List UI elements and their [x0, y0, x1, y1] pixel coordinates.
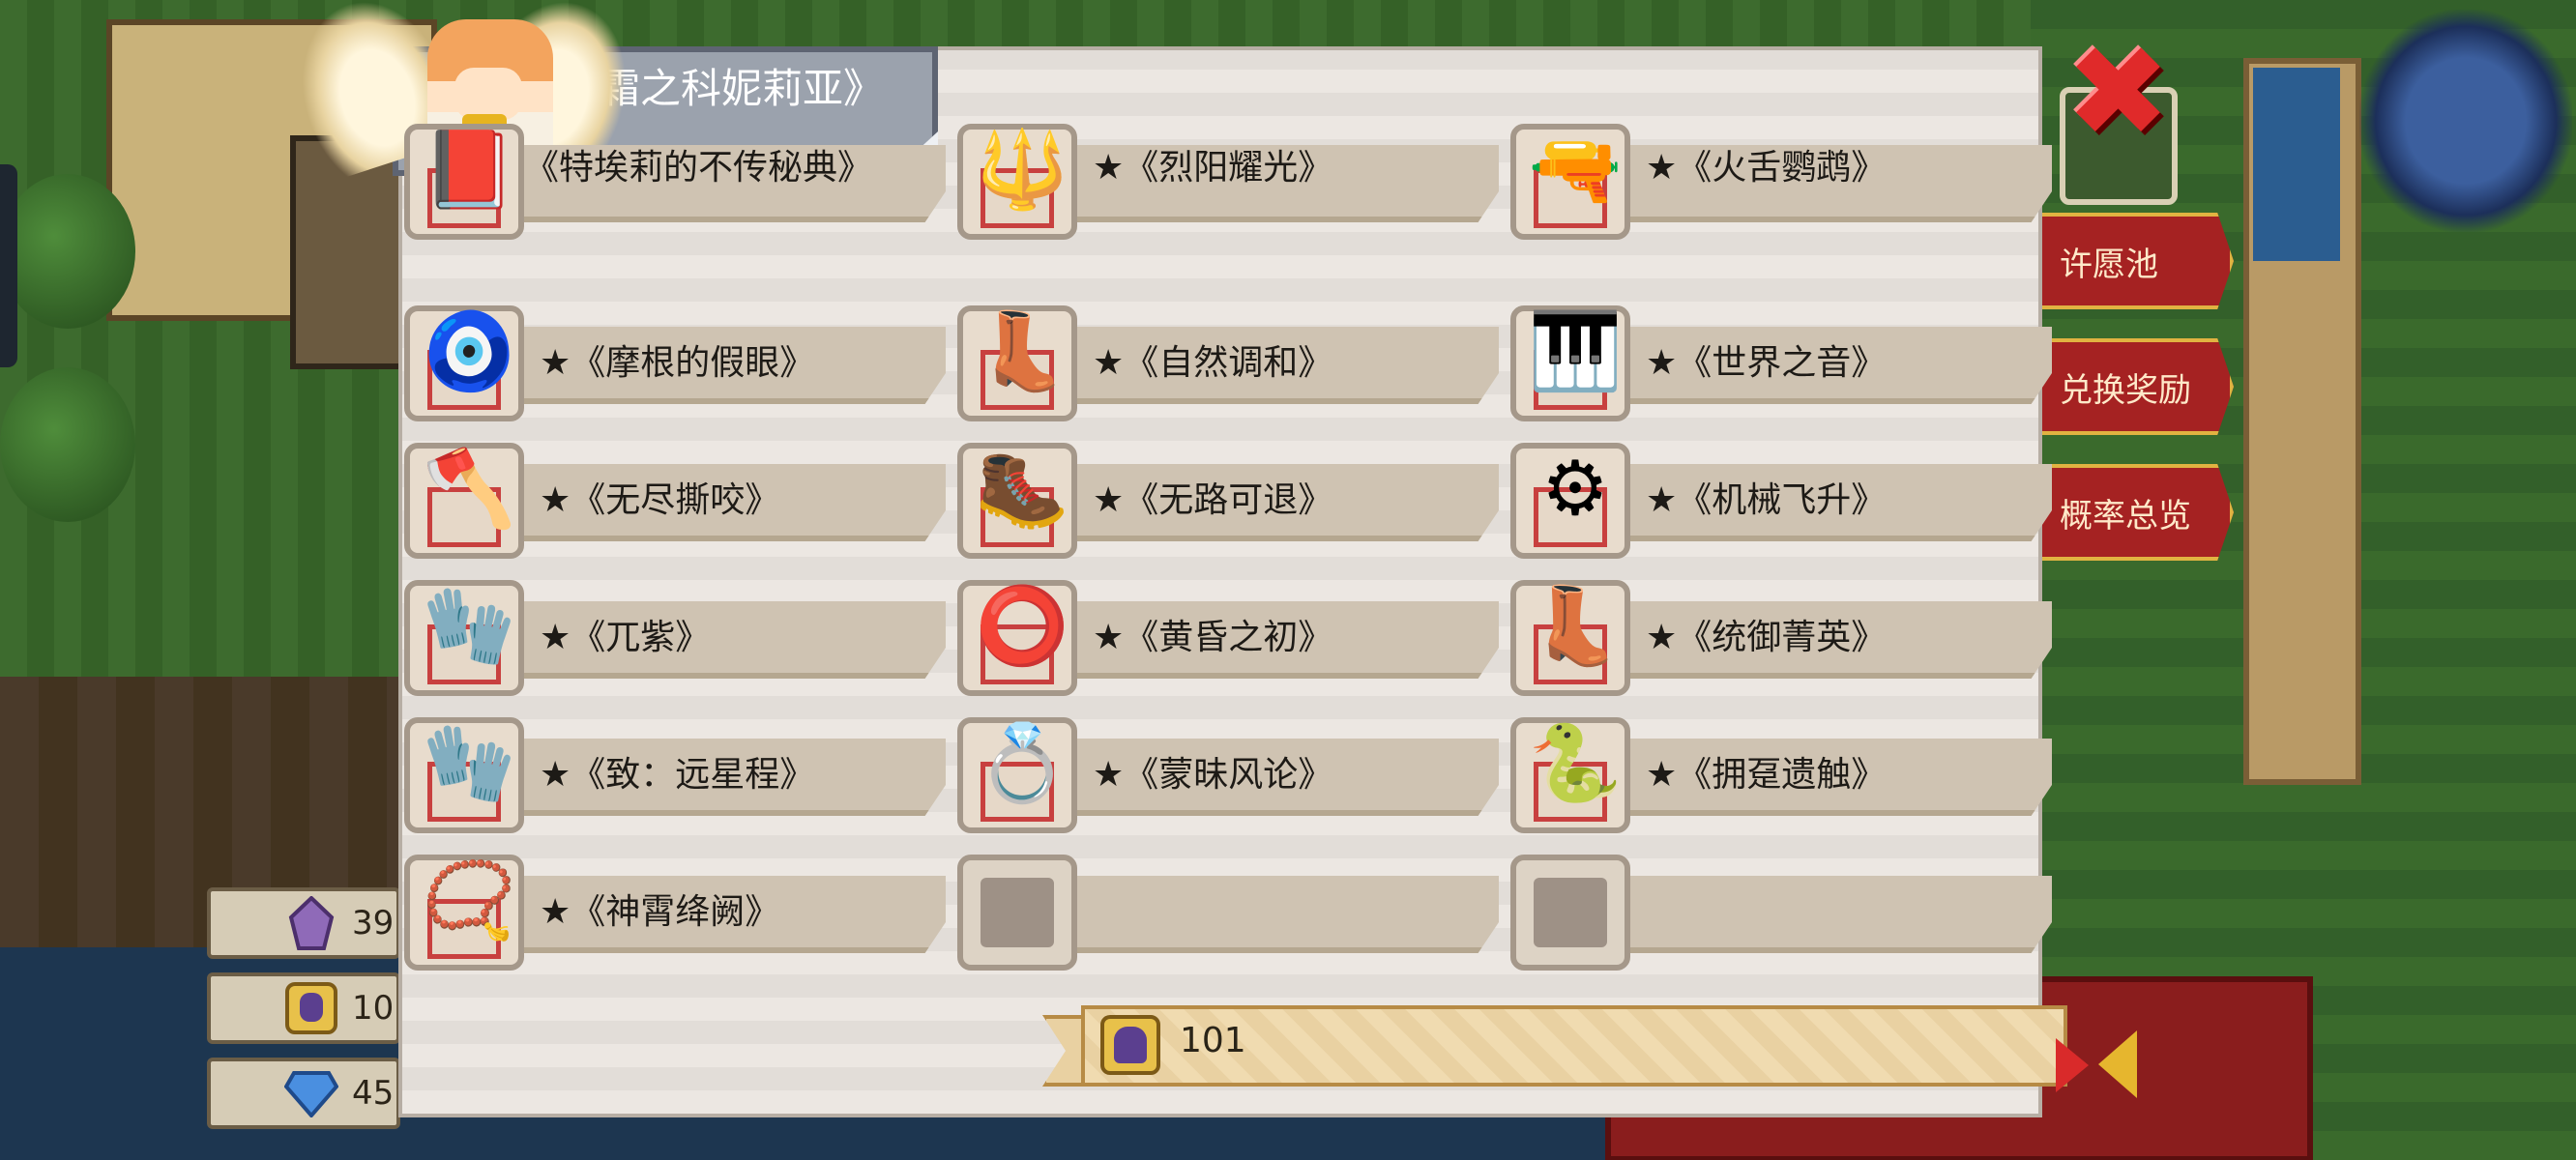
gem-count: 45 [352, 1074, 395, 1113]
item-name: ★《摩根的假眼》 [540, 343, 815, 383]
tree [0, 367, 135, 522]
item-cell[interactable]: 🪓 ★《无尽撕咬》 [404, 443, 946, 559]
amulet-icon: 📿 [422, 857, 516, 944]
ice-axe-icon: 🪓 [422, 446, 516, 533]
item-cell[interactable]: 🐍 ★《拥趸遗触》 [1510, 717, 2052, 833]
item-slot[interactable]: 📿 [404, 855, 524, 971]
item-slot[interactable]: 💍 [957, 717, 1077, 833]
ticket-token-icon [284, 981, 338, 1035]
ticket-token-icon [1100, 1015, 1160, 1075]
pool [2253, 68, 2340, 261]
item-slot[interactable]: 🥾 [957, 443, 1077, 559]
wishing-pool-button[interactable]: 许愿池 [2031, 213, 2234, 309]
crystal-gauntlet-icon: 🧤 [422, 583, 516, 670]
dragon-sprite [2359, 10, 2572, 232]
item-cell[interactable]: ⭕ ★《黄昏之初》 [957, 580, 1499, 696]
item-slot[interactable]: 🎹 [1510, 305, 1630, 421]
item-slot[interactable]: 👢 [957, 305, 1077, 421]
item-slot[interactable]: 👢 [1510, 580, 1630, 696]
gold-ring-icon: 💍 [975, 720, 1069, 807]
item-slot[interactable]: 🧿 [404, 305, 524, 421]
avatar-face [454, 68, 522, 120]
item-cell[interactable]: 🥾 ★《无路可退》 [957, 443, 1499, 559]
wishing-pool-label: 许愿池 [2060, 245, 2158, 284]
item-cell[interactable]: 🔱 ★《烈阳耀光》 [957, 124, 1499, 240]
item-cell[interactable]: 🔫 ★《火舌鹦鹉》 [1510, 124, 2052, 240]
mech-wing-icon: ⚙ [1541, 446, 1609, 533]
item-name: ★《蒙昧风论》 [1093, 755, 1333, 795]
item-slot[interactable]: 🔱 [957, 124, 1077, 240]
token-count: 101 [1180, 1021, 1246, 1060]
item-name: ★《致：远星程》 [540, 755, 815, 795]
item-slot[interactable]: 📕 [404, 124, 524, 240]
item-cell[interactable]: 👢 ★《统御菁英》 [1510, 580, 2052, 696]
item-cell[interactable]: 🧿 ★《摩根的假眼》 [404, 305, 946, 421]
item-name: ★《自然调和》 [1093, 343, 1333, 383]
currency-crystal: 39 [207, 887, 400, 959]
ticket-count: 10 [352, 989, 395, 1028]
item-slot[interactable] [1510, 855, 1630, 971]
item-cell[interactable]: 📿 ★《神霄绛阙》 [404, 855, 946, 971]
currency-gem: 45 [207, 1058, 400, 1129]
piano-icon: 🎹 [1528, 308, 1623, 395]
item-name: ★《兀紫》 [540, 618, 711, 657]
item-name: ★《统御菁英》 [1646, 618, 1887, 657]
parrot-gun-icon: 🔫 [1528, 127, 1623, 214]
collar-icon: ⭕ [975, 583, 1069, 670]
item-slot[interactable]: 🧤 [404, 580, 524, 696]
close-icon[interactable]: ✖ [2065, 29, 2172, 155]
side-handle[interactable] [0, 164, 17, 367]
item-slot[interactable]: 🔫 [1510, 124, 1630, 240]
item-name: ★《拥趸遗触》 [1646, 755, 1887, 795]
crystal-count: 39 [352, 904, 395, 942]
item-slot[interactable]: ⚙ [1510, 443, 1630, 559]
spear-icon: 🔱 [975, 127, 1069, 214]
exchange-rewards-label: 兑换奖励 [2060, 370, 2191, 410]
item-cell[interactable]: 📕 《特埃莉的不传秘典》 [404, 124, 946, 240]
probability-overview-button[interactable]: 概率总览 [2031, 464, 2234, 561]
eye-pendant-icon: 🧿 [422, 308, 516, 395]
item-name: ★《无尽撕咬》 [540, 480, 780, 520]
exchange-rewards-button[interactable]: 兑换奖励 [2031, 338, 2234, 435]
gold-gauntlet-icon: 🧤 [422, 720, 516, 807]
winged-boots-icon: 👢 [975, 308, 1069, 395]
armored-boot-icon: 🥾 [975, 446, 1069, 533]
item-slot[interactable]: ⭕ [957, 580, 1077, 696]
dialog-title: 霜之科妮莉亚》 [600, 65, 885, 112]
item-cell[interactable]: 💍 ★《蒙昧风论》 [957, 717, 1499, 833]
item-name: ★《神霄绛阙》 [540, 892, 780, 932]
item-slot[interactable]: 🧤 [404, 717, 524, 833]
red-boot-icon: 👢 [1528, 583, 1623, 670]
blue-gem-icon [284, 1066, 338, 1120]
item-cell[interactable]: ⚙ ★《机械飞升》 [1510, 443, 2052, 559]
item-slot[interactable] [957, 855, 1077, 971]
item-name: ★《火舌鹦鹉》 [1646, 148, 1887, 188]
token-counter: 101 [1042, 1005, 2067, 1087]
item-cell[interactable]: 🧤 ★《致：远星程》 [404, 717, 946, 833]
purple-crystal-icon [284, 896, 338, 950]
item-slot[interactable]: 🪓 [404, 443, 524, 559]
item-name: ★《黄昏之初》 [1093, 618, 1333, 657]
item-name: ★《无路可退》 [1093, 480, 1333, 520]
empty-item-cell[interactable] [957, 855, 1499, 971]
item-name: ★《机械飞升》 [1646, 480, 1887, 520]
item-name: ★《烈阳耀光》 [1093, 148, 1333, 188]
currency-ticket: 10 [207, 972, 400, 1044]
empty-item-cell[interactable] [1510, 855, 2052, 971]
item-cell[interactable]: 👢 ★《自然调和》 [957, 305, 1499, 421]
item-cell[interactable]: 🎹 ★《世界之音》 [1510, 305, 2052, 421]
tome-icon: 📕 [422, 127, 516, 214]
item-name: ★《世界之音》 [1646, 343, 1887, 383]
probability-overview-label: 概率总览 [2060, 496, 2191, 536]
item-slot[interactable]: 🐍 [1510, 717, 1630, 833]
item-name: 《特埃莉的不传秘典》 [524, 148, 873, 188]
serpent-staff-icon: 🐍 [1528, 720, 1623, 807]
tree [0, 174, 135, 329]
item-cell[interactable]: 🧤 ★《兀紫》 [404, 580, 946, 696]
